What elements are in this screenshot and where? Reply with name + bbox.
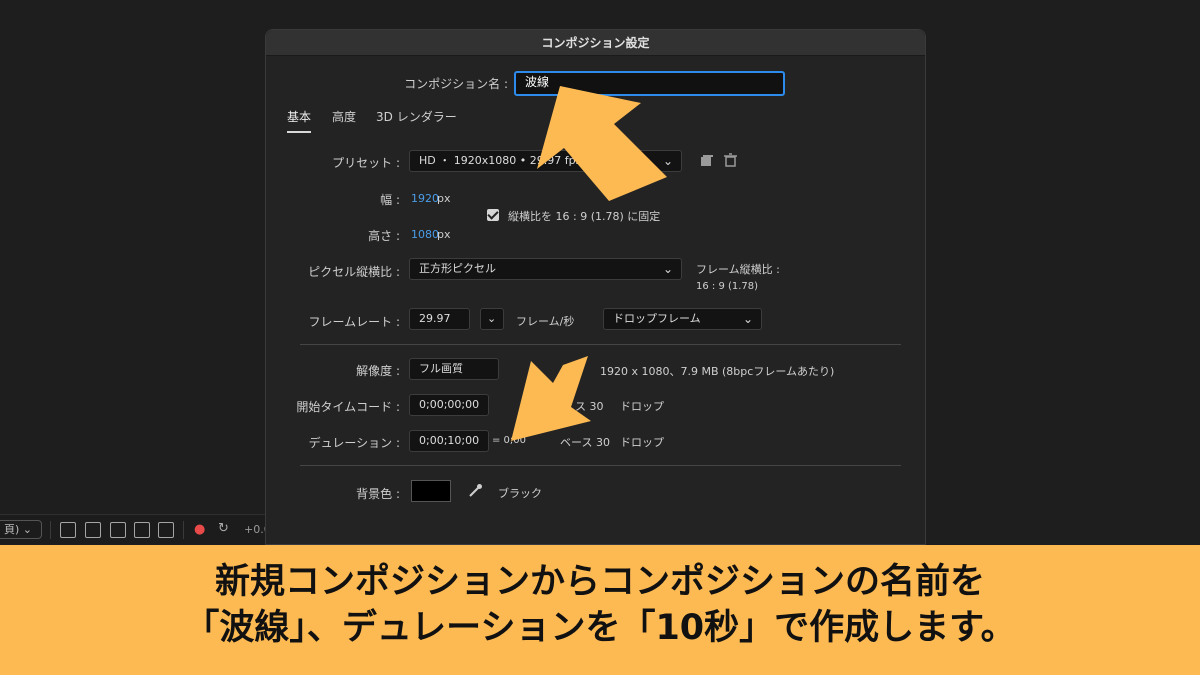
grid-guides-icon[interactable] xyxy=(158,522,174,538)
frame-rate-unit: フレーム/秒 xyxy=(516,315,575,328)
lock-aspect-label: 縦横比を 16 : 9 (1.78) に固定 xyxy=(508,210,661,223)
start-timecode-drop: ドロップ xyxy=(620,400,664,413)
pixel-aspect-label: ピクセル縦横比 : xyxy=(308,265,400,279)
composition-settings-dialog: コンポジション設定 xyxy=(265,29,926,545)
frame-rate-input[interactable]: 29.97 xyxy=(409,308,470,330)
section-divider xyxy=(300,465,901,466)
caption-line-1: 新規コンポジションからコンポジションの名前を xyxy=(214,562,985,602)
frame-aspect-label: フレーム縦横比 : xyxy=(696,263,780,276)
resolution-info: 1920 x 1080、7.9 MB (8bpcフレームあたり) xyxy=(600,365,835,378)
magnification-dropdown-label: 頁) xyxy=(3,523,20,536)
toolbar-divider xyxy=(50,521,51,539)
chevron-down-icon: ⌄ xyxy=(742,312,753,326)
height-unit: px xyxy=(437,228,451,241)
comp-name-label: コンポジション名 : xyxy=(404,77,508,91)
fast-preview-icon[interactable] xyxy=(60,522,76,538)
dialog-title: コンポジション設定 xyxy=(266,30,925,56)
tab-basic[interactable]: 基本 xyxy=(287,108,312,133)
caption-banner: 新規コンポジションからコンポジションの名前を 「波線」、デュレーションを「10秒… xyxy=(0,545,1200,675)
height-label: 高さ : xyxy=(368,229,400,243)
chevron-down-icon: ⌄ xyxy=(662,154,673,168)
lock-aspect-checkbox[interactable] xyxy=(487,209,499,221)
resolution-select[interactable]: フル画質 xyxy=(409,358,499,380)
frame-aspect-value: 16 : 9 (1.78) xyxy=(696,281,759,292)
tab-3d-renderer[interactable]: 3D レンダラー xyxy=(376,108,457,125)
pixel-aspect-value: 正方形ピクセル xyxy=(419,262,496,275)
chevron-down-icon: ⌄ xyxy=(487,312,497,325)
start-timecode-info: ス 30 xyxy=(575,400,604,413)
caption-line-2: 「波線」、デュレーションを「10秒」で作成します。 xyxy=(184,608,1016,648)
delete-preset-icon[interactable] xyxy=(724,153,737,167)
start-timecode-label: 開始タイムコード : xyxy=(296,400,400,414)
section-divider xyxy=(300,344,901,345)
preset-value: HD ・ 1920x1080 • 29.97 fps xyxy=(419,154,582,167)
color-channels-icon[interactable]: ● xyxy=(194,522,205,537)
drop-frame-select[interactable]: ドロップフレーム ⌄ xyxy=(603,308,762,330)
duration-info-prefix: = 0;00 xyxy=(492,435,527,446)
save-preset-icon[interactable] xyxy=(700,154,713,167)
comp-name-input[interactable]: 波線 xyxy=(514,71,785,96)
frame-rate-dropdown[interactable]: ⌄ xyxy=(480,308,504,330)
bg-color-label: 背景色 : xyxy=(356,487,400,501)
tab-advanced[interactable]: 高度 xyxy=(332,108,356,125)
eyedropper-icon[interactable] xyxy=(468,483,483,498)
reset-exposure-icon[interactable]: ↻ xyxy=(218,521,229,536)
duration-drop: ドロップ xyxy=(620,436,664,449)
start-timecode-input[interactable]: 0;00;00;00 xyxy=(409,394,489,416)
mask-visibility-icon[interactable] xyxy=(110,522,126,538)
width-unit: px xyxy=(437,192,451,205)
bg-color-name: ブラック xyxy=(498,487,542,500)
magnification-dropdown[interactable]: 頁) ⌄ xyxy=(0,520,42,539)
toolbar-divider xyxy=(183,521,184,539)
transparency-grid-icon[interactable] xyxy=(85,522,101,538)
frame-rate-label: フレームレート : xyxy=(308,315,401,329)
viewer-toolbar: 頁) ⌄ ● ↻ +0.0 xyxy=(0,514,271,544)
duration-input[interactable]: 0;00;10;00 xyxy=(409,430,489,452)
drop-frame-value: ドロップフレーム xyxy=(613,312,701,325)
duration-info: ベース 30 xyxy=(560,436,610,449)
width-value[interactable]: 1920 xyxy=(411,192,439,205)
bg-color-swatch[interactable] xyxy=(411,480,451,502)
region-of-interest-icon[interactable] xyxy=(134,522,150,538)
duration-label: デュレーション : xyxy=(308,436,400,450)
height-value[interactable]: 1080 xyxy=(411,228,439,241)
pixel-aspect-select[interactable]: 正方形ピクセル ⌄ xyxy=(409,258,682,280)
chevron-down-icon: ⌄ xyxy=(662,262,673,276)
preset-select[interactable]: HD ・ 1920x1080 • 29.97 fps ⌄ xyxy=(409,150,682,172)
resolution-label: 解像度 : xyxy=(356,364,400,378)
preset-label: プリセット : xyxy=(332,156,400,170)
width-label: 幅 : xyxy=(380,193,400,207)
